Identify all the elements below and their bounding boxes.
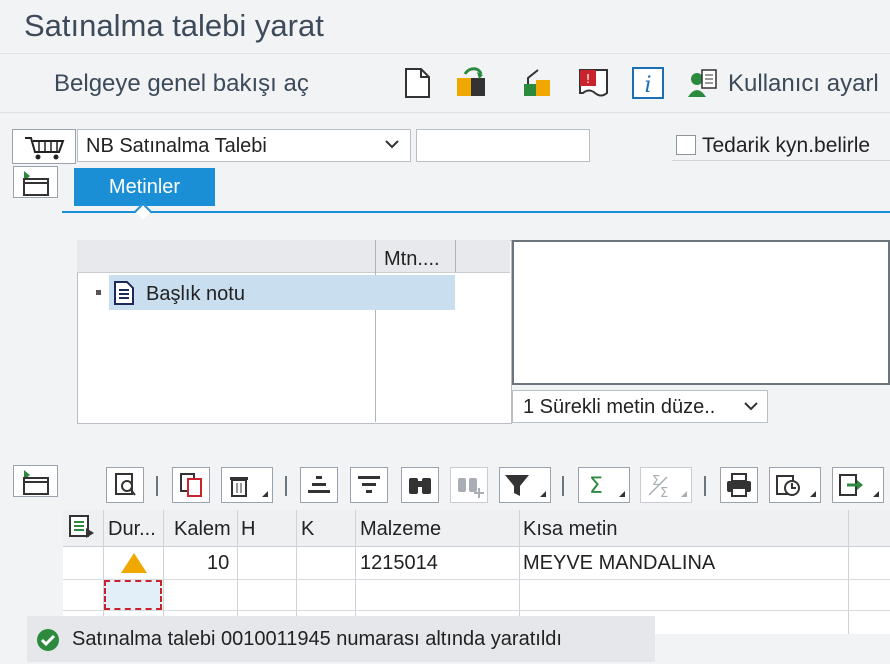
export-icon [839, 474, 879, 497]
trash-icon [230, 477, 268, 497]
row-divider [63, 610, 890, 611]
export-button[interactable] [832, 467, 884, 503]
text-format-value: 1 Sürekli metin düze.. [523, 396, 716, 418]
column-header-short-text[interactable]: Kısa metin [523, 518, 617, 541]
column-divider [455, 240, 456, 272]
open-overview-button[interactable]: Belgeye genel bakışı aç [54, 70, 309, 98]
subtotal-icon: ΣΣ [648, 474, 687, 501]
print-button[interactable] [720, 467, 758, 503]
subtotal-button[interactable]: ΣΣ [640, 467, 692, 503]
document-type-select[interactable]: NB Satınalma Talebi [77, 129, 411, 162]
binoculars-plus-icon [458, 478, 484, 498]
find-button[interactable] [401, 467, 439, 503]
delete-row-button[interactable] [221, 467, 273, 503]
user-settings-label[interactable]: Kullanıcı ayarl [728, 70, 879, 98]
expand-items-button[interactable] [13, 465, 58, 497]
filter-button[interactable] [499, 467, 551, 503]
column-header-material[interactable]: Malzeme [360, 518, 441, 541]
document-number-field[interactable] [416, 129, 590, 162]
svg-text:i: i [644, 73, 651, 98]
column-header-k[interactable]: K [301, 518, 314, 541]
tree-bullet-icon [96, 290, 101, 295]
toolbar-separator [156, 476, 158, 496]
svg-text:!: ! [586, 72, 591, 86]
details-icon [115, 473, 136, 496]
message-icon[interactable]: ! [577, 66, 611, 100]
expand-header-button[interactable] [13, 166, 58, 198]
views-button[interactable] [769, 467, 821, 503]
binoculars-icon [409, 478, 431, 494]
find-next-button[interactable] [450, 467, 488, 503]
sort-ascending-button[interactable] [300, 467, 338, 503]
details-button[interactable] [106, 467, 144, 503]
warning-icon [120, 551, 148, 580]
tree-column-header[interactable]: Mtn.... [384, 248, 440, 271]
tab-texts[interactable]: Metinler [74, 168, 215, 206]
tree-header [77, 240, 510, 273]
check-icon[interactable] [520, 66, 554, 100]
new-row-input[interactable] [104, 580, 162, 610]
user-settings-icon[interactable] [686, 66, 720, 100]
tab-underline [62, 211, 890, 213]
chevron-down-icon [384, 136, 400, 157]
cart-button[interactable] [12, 129, 76, 164]
toolbar-separator [562, 476, 564, 496]
new-document-icon[interactable] [400, 66, 434, 100]
checkbox-icon[interactable] [676, 135, 696, 155]
views-icon [776, 475, 816, 497]
sort-descending-icon [358, 476, 380, 493]
hold-icon[interactable] [455, 66, 489, 100]
expand-icon [23, 171, 49, 196]
svg-text:Σ: Σ [660, 486, 668, 501]
toolbar-separator [704, 476, 706, 496]
layout-icon[interactable] [68, 514, 96, 545]
printer-icon [727, 473, 751, 497]
copy-row-button[interactable] [172, 467, 210, 503]
text-format-select[interactable]: 1 Sürekli metin düze.. [512, 390, 768, 423]
cell-item[interactable]: 10 [207, 552, 229, 575]
success-icon [36, 628, 60, 657]
document-text-icon [112, 280, 136, 311]
chevron-down-icon [743, 398, 759, 419]
page-title: Satınalma talebi yarat [24, 8, 324, 43]
column-header-h[interactable]: H [241, 518, 255, 541]
svg-text:Σ: Σ [589, 474, 603, 499]
divider [672, 160, 890, 161]
source-determination-checkbox[interactable]: Tedarik kyn.belirle [676, 134, 870, 158]
status-message: Satınalma talebi 0010011945 numarası alt… [72, 628, 562, 650]
expand-icon [23, 470, 49, 495]
document-type-value: NB Satınalma Talebi [86, 135, 267, 157]
sort-descending-button[interactable] [350, 467, 388, 503]
sort-ascending-icon [308, 476, 330, 493]
column-header-item[interactable]: Kalem [174, 518, 231, 541]
info-icon[interactable]: i [631, 66, 665, 100]
cell-short-text[interactable]: MEYVE MANDALINA [523, 552, 715, 575]
cell-material[interactable]: 1215014 [360, 552, 438, 575]
copy-icon [180, 473, 202, 497]
filter-icon [505, 475, 546, 497]
svg-text:Σ: Σ [652, 474, 660, 489]
table-row[interactable] [63, 547, 890, 580]
sum-icon: Σ [589, 474, 625, 499]
toolbar-separator [285, 476, 287, 496]
tree-item-label[interactable]: Başlık notu [146, 283, 245, 306]
cart-icon [25, 137, 65, 160]
column-divider [375, 240, 376, 422]
sum-button[interactable]: Σ [578, 467, 630, 503]
text-editor[interactable] [512, 240, 890, 385]
column-header-status[interactable]: Dur... [108, 518, 156, 541]
source-determination-label: Tedarik kyn.belirle [702, 134, 871, 157]
